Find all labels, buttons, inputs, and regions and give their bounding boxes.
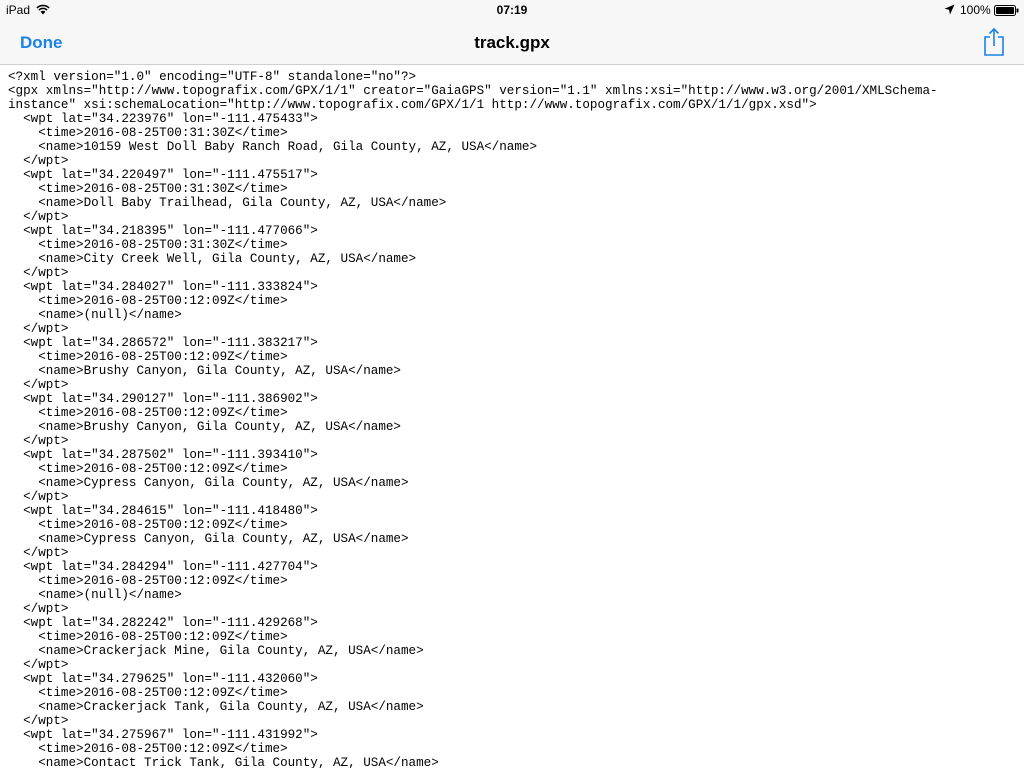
xml-line: <name>Doll Baby Trailhead, Gila County, … [8, 196, 447, 210]
xml-line: <?xml version="1.0" encoding="UTF-8" sta… [8, 70, 417, 84]
xml-line: </wpt> [8, 490, 69, 504]
xml-line: <time>2016-08-25T00:12:09Z</time> [8, 350, 288, 364]
xml-line: <time>2016-08-25T00:31:30Z</time> [8, 238, 288, 252]
status-time: 07:19 [496, 3, 528, 17]
xml-line: </wpt> [8, 658, 69, 672]
share-icon[interactable] [982, 28, 1006, 56]
battery-icon [994, 5, 1019, 16]
xml-line: <wpt lat="34.282242" lon="-111.429268"> [8, 616, 318, 630]
xml-line: <name>Cypress Canyon, Gila County, AZ, U… [8, 532, 409, 546]
xml-line: <time>2016-08-25T00:31:30Z</time> [8, 126, 288, 140]
xml-line: <time>2016-08-25T00:31:30Z</time> [8, 182, 288, 196]
xml-line: <time>2016-08-25T00:12:09Z</time> [8, 574, 288, 588]
xml-line: <name>10159 West Doll Baby Ranch Road, G… [8, 140, 538, 154]
xml-line: <name>Crackerjack Tank, Gila County, AZ,… [8, 700, 424, 714]
xml-line: <wpt lat="34.284615" lon="-111.418480"> [8, 504, 318, 518]
done-button[interactable]: Done [20, 33, 63, 53]
xml-line: <wpt lat="34.275967" lon="-111.431992"> [8, 728, 318, 742]
xml-line: <time>2016-08-25T00:12:09Z</time> [8, 630, 288, 644]
xml-line: <time>2016-08-25T00:12:09Z</time> [8, 462, 288, 476]
xml-line: <time>2016-08-25T00:12:09Z</time> [8, 518, 288, 532]
xml-line: <name>Brushy Canyon, Gila County, AZ, US… [8, 420, 401, 434]
xml-line: </wpt> [8, 434, 69, 448]
xml-line: <time>2016-08-25T00:12:09Z</time> [8, 742, 288, 756]
xml-line: <wpt lat="34.290127" lon="-111.386902"> [8, 392, 318, 406]
xml-line: <name>Crackerjack Mine, Gila County, AZ,… [8, 644, 424, 658]
xml-line: <time>2016-08-25T00:12:09Z</time> [8, 294, 288, 308]
xml-line: </wpt> [8, 266, 69, 280]
xml-line: </wpt> [8, 714, 69, 728]
xml-line: <wpt lat="34.284027" lon="-111.333824"> [8, 280, 318, 294]
xml-line: </wpt> [8, 322, 69, 336]
xml-line: <wpt lat="34.279625" lon="-111.432060"> [8, 672, 318, 686]
xml-line: <name>(null)</name> [8, 308, 182, 322]
xml-line: </wpt> [8, 602, 69, 616]
battery-percent: 100% [960, 3, 991, 17]
xml-line: <name>City Creek Well, Gila County, AZ, … [8, 252, 417, 266]
xml-line: <name>Contact Trick Tank, Gila County, A… [8, 756, 439, 768]
xml-line: </wpt> [8, 546, 69, 560]
xml-line: instance" xsi:schemaLocation="http://www… [8, 98, 817, 112]
xml-line: </wpt> [8, 378, 69, 392]
xml-document-view[interactable]: <?xml version="1.0" encoding="UTF-8" sta… [8, 70, 1018, 768]
status-bar: iPad 07:19 100% [0, 0, 1024, 20]
navigation-bar: Done track.gpx [0, 20, 1024, 65]
xml-line: <name>(null)</name> [8, 588, 182, 602]
xml-line: <wpt lat="34.223976" lon="-111.475433"> [8, 112, 318, 126]
xml-line: </wpt> [8, 154, 69, 168]
xml-line: <wpt lat="34.287502" lon="-111.393410"> [8, 448, 318, 462]
xml-line: <wpt lat="34.284294" lon="-111.427704"> [8, 560, 318, 574]
location-arrow-icon [944, 4, 955, 15]
xml-line: <time>2016-08-25T00:12:09Z</time> [8, 406, 288, 420]
xml-line: <name>Cypress Canyon, Gila County, AZ, U… [8, 476, 409, 490]
xml-line: <gpx xmlns="http://www.topografix.com/GP… [8, 84, 938, 98]
xml-line: </wpt> [8, 210, 69, 224]
page-title: track.gpx [474, 33, 550, 52]
xml-line: <time>2016-08-25T00:12:09Z</time> [8, 686, 288, 700]
xml-line: <wpt lat="34.286572" lon="-111.383217"> [8, 336, 318, 350]
xml-line: <name>Brushy Canyon, Gila County, AZ, US… [8, 364, 401, 378]
xml-line: <wpt lat="34.218395" lon="-111.477066"> [8, 224, 318, 238]
xml-line: <wpt lat="34.220497" lon="-111.475517"> [8, 168, 318, 182]
